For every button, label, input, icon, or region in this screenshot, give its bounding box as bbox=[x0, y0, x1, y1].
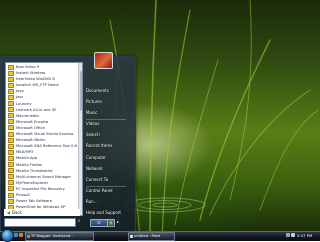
folder-icon bbox=[8, 155, 14, 161]
show-desktop-icon[interactable] bbox=[14, 233, 18, 237]
recent-items-link[interactable]: Recent Items bbox=[86, 143, 112, 149]
network-link[interactable]: Network bbox=[86, 166, 103, 172]
power-button[interactable]: ⏻ bbox=[90, 219, 108, 227]
scrollbar-thumb[interactable] bbox=[79, 71, 82, 111]
paint-app-icon bbox=[130, 234, 133, 238]
help-support-link[interactable]: Help and Support bbox=[86, 210, 121, 216]
lock-icon: 🔒 bbox=[108, 220, 114, 225]
lock-button[interactable]: 🔒 bbox=[107, 219, 115, 227]
folder-icon bbox=[8, 125, 14, 131]
folder-icon bbox=[8, 95, 14, 101]
folder-icon bbox=[8, 82, 14, 88]
folder-icon bbox=[8, 101, 14, 107]
videos-link[interactable]: Videos bbox=[86, 121, 99, 127]
folder-icon bbox=[8, 131, 14, 137]
program-list: Bow Setup 9 Instant Wireless InterVideo Wi… bbox=[6, 63, 82, 216]
control-panel-link[interactable]: Control Panel bbox=[86, 188, 113, 194]
folder-icon bbox=[8, 113, 14, 119]
tray-clock[interactable]: 5:47 PM bbox=[297, 232, 312, 239]
search-link[interactable]: Search bbox=[86, 132, 100, 138]
start-search-input[interactable] bbox=[4, 218, 76, 227]
firefox-icon[interactable] bbox=[19, 233, 23, 237]
shutdown-options-button[interactable]: ▸ bbox=[115, 219, 121, 225]
computer-link[interactable]: Computer bbox=[86, 155, 106, 161]
folder-icon bbox=[8, 162, 14, 168]
menu-separator bbox=[86, 119, 126, 120]
folder-icon bbox=[8, 76, 14, 82]
folder-icon bbox=[8, 180, 14, 186]
folder-icon bbox=[8, 198, 14, 204]
folder-icon bbox=[8, 149, 14, 155]
folder-icon bbox=[8, 137, 14, 143]
power-icon: ⏻ bbox=[97, 220, 101, 225]
all-programs-list: Bow Setup 9 Instant Wireless InterVideo Wi… bbox=[5, 62, 83, 216]
taskbar-button-label: untitled - Paint bbox=[134, 234, 161, 238]
music-link[interactable]: Music bbox=[86, 110, 97, 116]
network-tray-icon[interactable] bbox=[286, 233, 290, 237]
menu-separator bbox=[86, 186, 126, 187]
folder-icon bbox=[8, 143, 14, 149]
volume-tray-icon[interactable] bbox=[291, 233, 295, 237]
start-button[interactable] bbox=[1, 229, 14, 242]
run-link[interactable]: Run... bbox=[86, 199, 97, 205]
folder-icon bbox=[8, 192, 14, 198]
browser-app-icon bbox=[27, 234, 30, 238]
folder-icon bbox=[8, 186, 14, 192]
search-icon[interactable]: ⌕ bbox=[76, 218, 82, 225]
folder-icon bbox=[8, 107, 14, 113]
pictures-link[interactable]: Pictures bbox=[86, 99, 102, 105]
documents-link[interactable]: Documents bbox=[86, 88, 109, 94]
program-list-scrollbar[interactable] bbox=[78, 63, 82, 215]
user-picture[interactable] bbox=[94, 52, 113, 69]
chevron-right-icon: ▸ bbox=[116, 219, 119, 224]
connect-to-link[interactable]: Connect To bbox=[86, 177, 108, 183]
start-menu: Bow Setup 9 Instant Wireless InterVideo Wi… bbox=[0, 56, 136, 234]
folder-icon bbox=[8, 119, 14, 125]
folder-icon bbox=[8, 88, 14, 94]
back-arrow-icon: ◀ bbox=[7, 210, 11, 215]
taskbar-button-label: TP Blogger: Sushiland... bbox=[31, 234, 74, 238]
back-button[interactable]: ◀ Back bbox=[4, 209, 80, 216]
folder-icon bbox=[8, 64, 14, 70]
folder-icon bbox=[8, 70, 14, 76]
folder-icon bbox=[8, 168, 14, 174]
back-label: Back bbox=[12, 210, 22, 215]
folder-icon bbox=[8, 174, 14, 180]
